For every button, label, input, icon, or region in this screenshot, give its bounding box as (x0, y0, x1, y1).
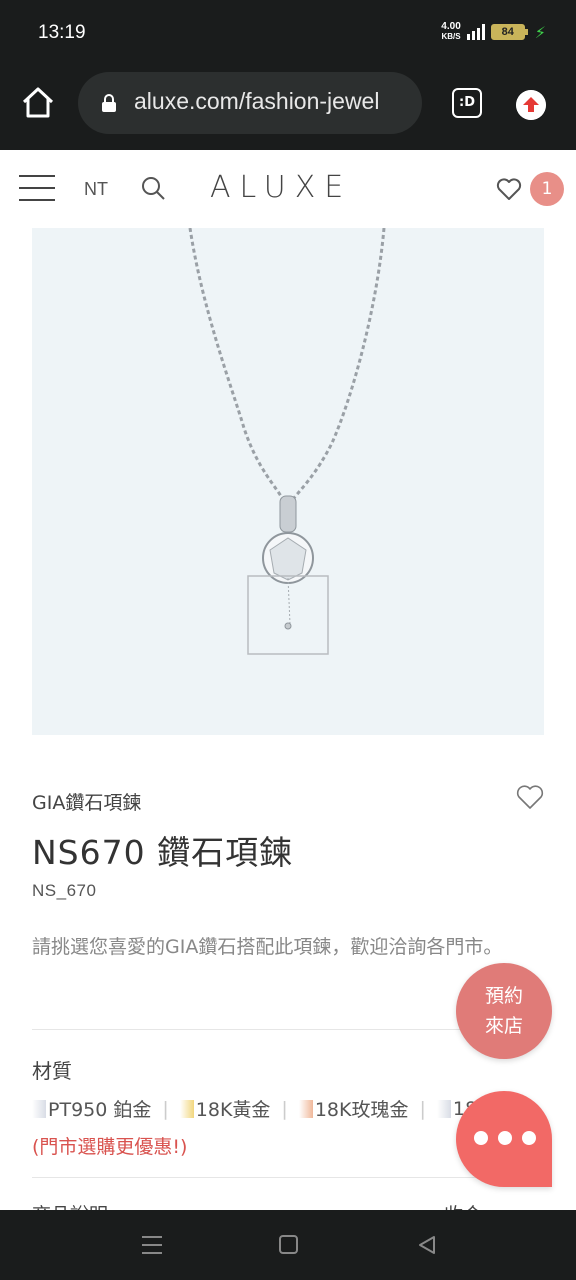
material-option-18k-rose[interactable]: 18K玫瑰金 (298, 1095, 408, 1122)
product-sku: NS_670 (32, 881, 97, 900)
material-option-pt950[interactable]: PT950 鉑金 (32, 1095, 151, 1122)
divider (32, 1177, 544, 1178)
update-icon[interactable] (516, 90, 546, 120)
tab-switcher-button[interactable]: :D (452, 88, 482, 118)
separator: | (281, 1097, 288, 1120)
system-navigation-bar (0, 1210, 576, 1280)
material-option-18k-yellow[interactable]: 18K黃金 (179, 1095, 270, 1122)
web-page: NT ALUXE 1 GIA鑽石項鍊 NS670 鑽石項鍊 NS_670 請挑選… (0, 150, 576, 1210)
search-icon[interactable] (140, 175, 166, 201)
address-bar[interactable]: aluxe.com/fashion-jewel (78, 72, 422, 134)
swatch-icon (436, 1099, 451, 1118)
store-promo-text: (門市選購更優惠!) (32, 1136, 188, 1158)
recent-apps-icon[interactable] (142, 1236, 162, 1254)
swatch-icon (179, 1099, 194, 1118)
browser-toolbar: aluxe.com/fashion-jewel :D (0, 64, 576, 150)
product-details-label[interactable]: 商品說明 (32, 1200, 108, 1210)
product-description: 請挑選您喜愛的GIA鑽石搭配此項鍊，歡迎洽詢各門市。 (32, 936, 503, 958)
collapse-toggle[interactable]: 收合 (444, 1200, 482, 1210)
home-icon[interactable] (20, 84, 56, 120)
product-image[interactable] (32, 228, 544, 735)
lock-icon (102, 94, 116, 112)
cart-count-badge[interactable]: 1 (530, 172, 564, 206)
swatch-icon (298, 1099, 313, 1118)
book-appointment-button[interactable]: 預約 來店 (456, 963, 552, 1059)
favorite-heart-icon[interactable] (516, 784, 544, 810)
charging-icon: ⚡ (534, 22, 546, 42)
product-category: GIA鑽石項鍊 (32, 792, 142, 814)
home-nav-icon[interactable] (279, 1235, 298, 1254)
material-label: 材質 (32, 1059, 72, 1083)
status-time: 13:19 (38, 22, 86, 43)
hamburger-menu-icon[interactable] (19, 175, 55, 203)
brand-logo[interactable]: ALUXE (210, 170, 352, 205)
network-speed: 4.00 KB/S (441, 21, 461, 42)
necklace-image (188, 228, 386, 655)
chat-dots-icon (474, 1131, 536, 1145)
material-options: PT950 鉑金 | 18K黃金 | 18K玫瑰金 | 18 (32, 1095, 477, 1122)
url-text: aluxe.com/fashion-jewel (134, 88, 380, 114)
currency-selector[interactable]: NT (84, 179, 108, 200)
battery-icon: 84 (490, 24, 528, 40)
separator: | (162, 1097, 169, 1120)
chat-button[interactable] (456, 1091, 552, 1187)
signal-icon (466, 24, 485, 40)
separator: | (419, 1097, 426, 1120)
status-indicators: 4.00 KB/S 84 ⚡ (441, 22, 546, 42)
status-bar: 13:19 4.00 KB/S 84 ⚡ (0, 0, 576, 64)
back-icon[interactable] (416, 1234, 438, 1256)
swatch-icon (32, 1099, 46, 1118)
wishlist-heart-icon[interactable] (496, 177, 522, 201)
site-header: NT ALUXE 1 (0, 150, 576, 228)
product-title: NS670 鑽石項鍊 (32, 833, 294, 872)
